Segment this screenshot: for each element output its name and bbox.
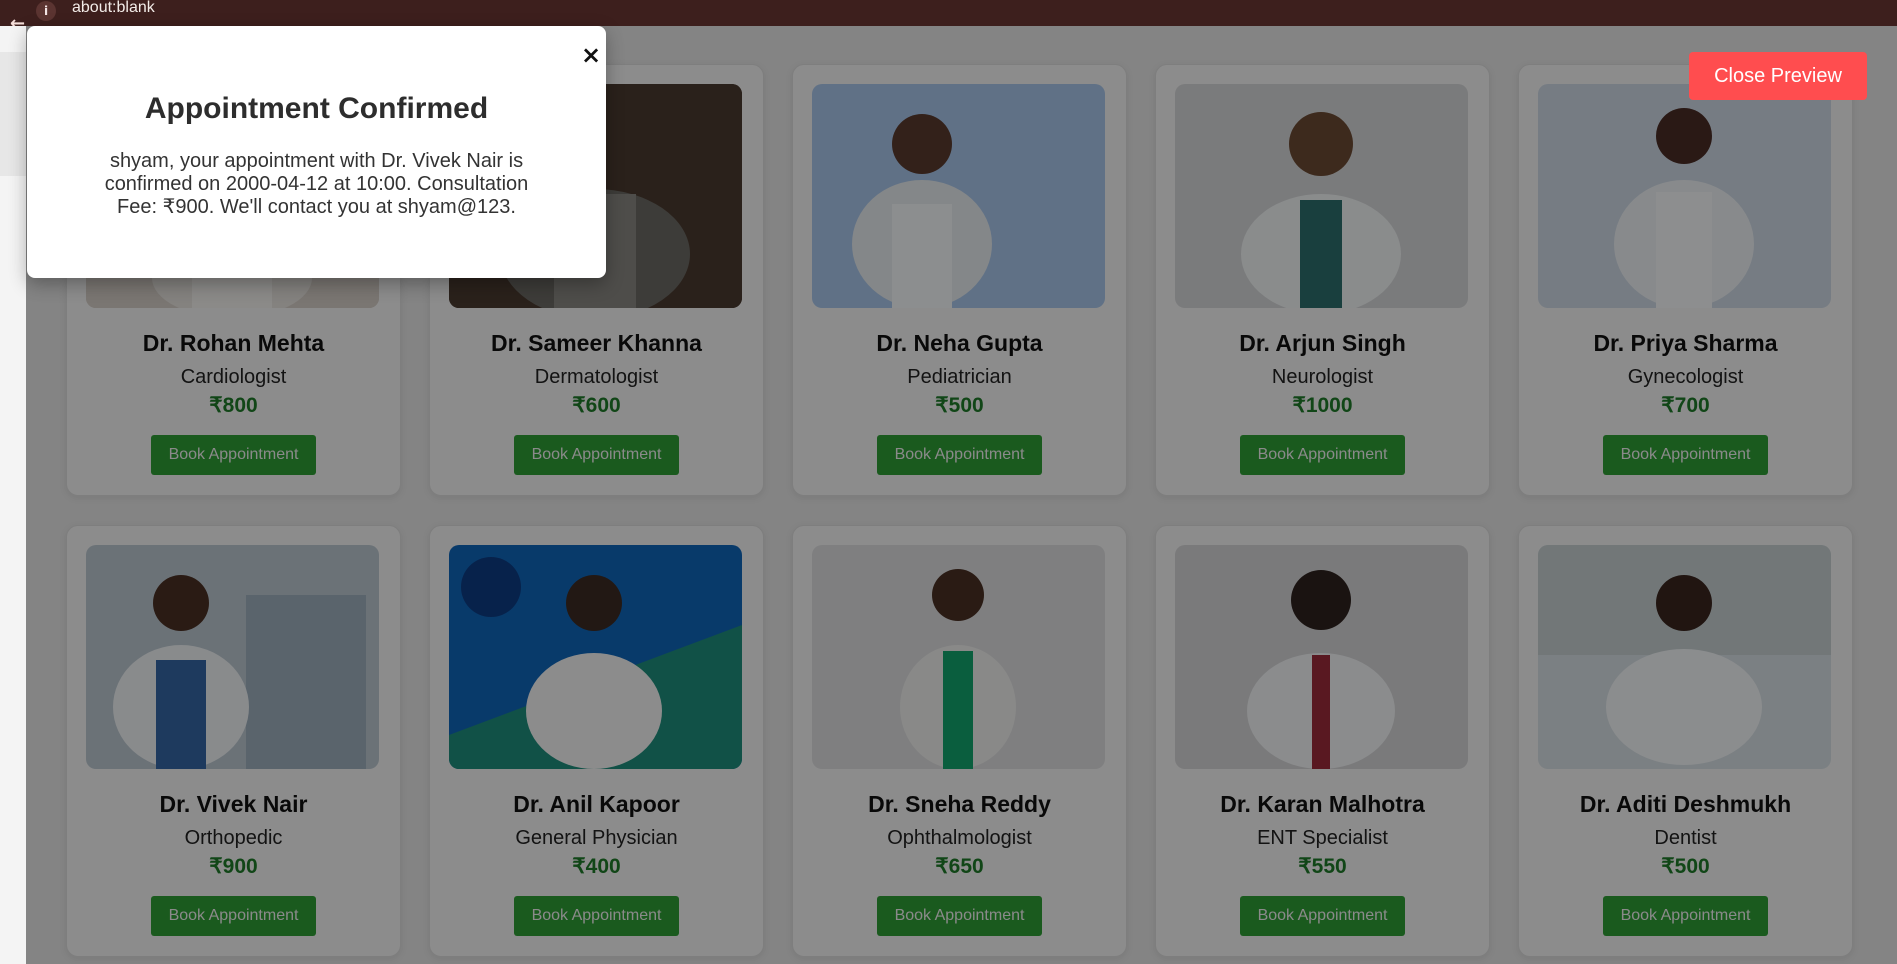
doctor-photo-image [86,545,379,769]
left-strip-block [0,52,26,176]
doctor-photo-image [812,84,1105,308]
doctor-specialty: General Physician [515,827,678,849]
doctor-card: Dr. Karan Malhotra ENT Specialist ₹550 B… [1155,525,1490,957]
doctor-card: Dr. Aditi Deshmukh Dentist ₹500 Book App… [1518,525,1853,957]
doctor-fee: ₹500 [1661,855,1710,878]
doctor-name: Dr. Sneha Reddy [868,791,1051,817]
close-preview-button[interactable]: Close Preview [1689,52,1867,100]
appointment-confirmation-modal: × Appointment Confirmed shyam, your appo… [27,26,606,278]
doctor-fee: ₹700 [1661,394,1710,417]
doctor-card: Dr. Priya Sharma Gynecologist ₹700 Book … [1518,64,1853,496]
doctor-fee: ₹400 [572,855,621,878]
doctor-name: Dr. Arjun Singh [1239,330,1406,356]
doctor-name: Dr. Neha Gupta [876,330,1043,356]
doctor-name: Dr. Sameer Khanna [491,330,702,356]
browser-topbar: ← i about:blank [0,0,1897,34]
book-appointment-button[interactable]: Book Appointment [1240,896,1405,936]
doctor-name: Dr. Rohan Mehta [142,330,325,356]
book-appointment-button[interactable]: Book Appointment [1240,435,1405,475]
doctor-specialty: Cardiologist [180,366,287,388]
doctor-specialty: Dentist [1654,827,1717,849]
book-appointment-button[interactable]: Book Appointment [1603,896,1768,936]
browser-left-strip [0,26,26,964]
modal-message: shyam, your appointment with Dr. Vivek N… [104,150,529,218]
doctor-photo [1538,84,1831,308]
doctor-photo-image [1538,84,1831,308]
address-bar[interactable]: about:blank [72,0,155,16]
doctor-photo [812,84,1105,308]
book-appointment-button[interactable]: Book Appointment [877,896,1042,936]
doctor-photo-image [1538,545,1831,769]
doctor-card: Dr. Vivek Nair Orthopedic ₹900 Book Appo… [66,525,401,957]
book-appointment-button[interactable]: Book Appointment [877,435,1042,475]
doctor-photo [812,545,1105,769]
book-appointment-button[interactable]: Book Appointment [514,896,679,936]
doctor-photo [86,545,379,769]
doctor-card: Dr. Sneha Reddy Ophthalmologist ₹650 Boo… [792,525,1127,957]
doctor-specialty: Ophthalmologist [887,827,1032,849]
doctor-fee: ₹500 [935,394,984,417]
doctor-specialty: Dermatologist [534,366,659,388]
doctor-name: Dr. Vivek Nair [159,791,308,817]
doctor-specialty: ENT Specialist [1257,827,1388,849]
doctor-photo [1175,545,1468,769]
doctor-fee: ₹1000 [1292,394,1353,417]
doctor-card: Dr. Anil Kapoor General Physician ₹400 B… [429,525,764,957]
modal-title: Appointment Confirmed [144,92,489,125]
doctor-specialty: Gynecologist [1627,366,1744,388]
book-appointment-button[interactable]: Book Appointment [514,435,679,475]
doctor-photo [1175,84,1468,308]
book-appointment-button[interactable]: Book Appointment [151,896,316,936]
doctor-specialty: Orthopedic [184,827,283,849]
doctor-card: Dr. Neha Gupta Pediatrician ₹500 Book Ap… [792,64,1127,496]
doctor-photo-image [1175,545,1468,769]
doctor-specialty: Neurologist [1271,366,1374,388]
info-icon[interactable]: i [36,1,56,21]
doctor-photo-image [812,545,1105,769]
doctor-photo-image [1175,84,1468,308]
doctor-name: Dr. Aditi Deshmukh [1579,791,1792,817]
book-appointment-button[interactable]: Book Appointment [1603,435,1768,475]
doctor-name: Dr. Priya Sharma [1593,330,1778,356]
doctor-photo-image [449,545,742,769]
doctor-fee: ₹800 [209,394,258,417]
doctor-name: Dr. Karan Malhotra [1220,791,1425,817]
close-icon[interactable]: × [575,43,601,67]
doctor-fee: ₹900 [209,855,258,878]
doctor-photo [449,545,742,769]
doctor-name: Dr. Anil Kapoor [513,791,680,817]
book-appointment-button[interactable]: Book Appointment [151,435,316,475]
doctor-fee: ₹600 [572,394,621,417]
doctor-fee: ₹650 [935,855,984,878]
doctor-fee: ₹550 [1298,855,1347,878]
doctor-specialty: Pediatrician [907,366,1012,388]
doctor-photo [1538,545,1831,769]
doctor-card: Dr. Arjun Singh Neurologist ₹1000 Book A… [1155,64,1490,496]
